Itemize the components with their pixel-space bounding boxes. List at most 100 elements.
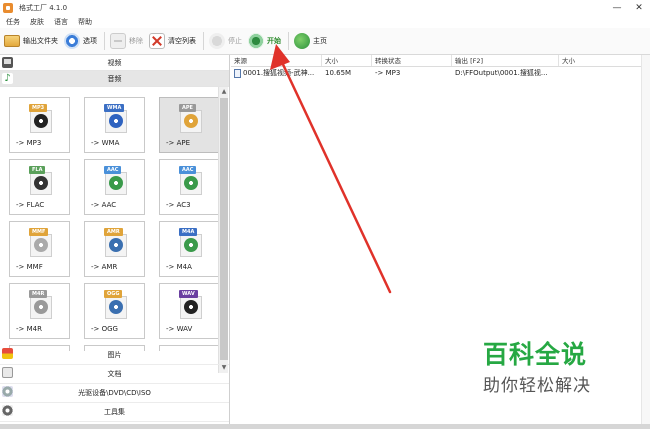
format-tile-label: -> OGG [91,325,118,333]
close-button[interactable]: ✕ [628,0,650,15]
menu-task[interactable]: 任务 [6,17,20,27]
audio-format-icon: FLA [27,166,53,196]
audio-format-icon: AAC [102,166,128,196]
column-header-status[interactable]: 转换状态 [372,55,452,66]
table-row[interactable]: 0001.搜狐视频-武神... 10.65M -> MP3 D:\FFOutpu… [231,67,650,80]
output-folder-label: 输出文件夹 [23,37,58,45]
speaker-icon [184,176,198,190]
format-badge: OGG [104,290,123,298]
minimize-button[interactable]: — [606,0,628,15]
speaker-icon [34,114,48,128]
column-header-source[interactable]: 来源 [231,55,322,66]
menu-skin[interactable]: 皮肤 [30,17,44,27]
format-tile-ogg[interactable]: OGG -> OGG [84,283,145,339]
category-image-label: 图片 [107,351,122,359]
status-bar [0,424,650,429]
home-button[interactable]: 主页 [294,31,327,51]
category-audio-label: 音频 [107,74,122,83]
menu-help[interactable]: 帮助 [78,17,92,27]
format-tile-wav[interactable]: WAV -> WAV [159,283,220,339]
format-tile-mp3[interactable]: MP3 -> MP3 [9,97,70,153]
speaker-icon [109,238,123,252]
format-badge: WAV [179,290,198,298]
audio-format-icon: APE [177,104,203,134]
remove-icon [110,33,126,49]
audio-format-icon: WMA [102,104,128,134]
category-document[interactable]: 文档 [0,365,229,384]
scroll-up-icon[interactable]: ▲ [219,87,229,97]
home-label: 主页 [313,37,327,45]
audio-format-icon: OGG [102,290,128,320]
menu-bar: 任务 皮肤 语言 帮助 [0,15,650,28]
format-tile-ac3[interactable]: AAC -> AC3 [159,159,220,215]
options-button[interactable]: 选项 [64,31,97,51]
audio-format-icon: AAC [177,166,203,196]
format-tile-label: -> AC3 [166,201,191,209]
document-icon [2,367,13,378]
clear-x-icon [149,33,165,49]
clear-list-button[interactable]: 清空列表 [149,31,196,51]
app-logo-icon [3,2,13,13]
category-image[interactable]: 图片 [0,346,229,365]
format-badge: AAC [179,166,197,174]
task-list-scrollbar[interactable] [641,55,650,429]
format-tile-aac[interactable]: AAC -> AAC [84,159,145,215]
column-header-size[interactable]: 大小 [322,55,372,66]
output-folder-button[interactable]: 输出文件夹 [4,31,58,51]
format-tile-amr[interactable]: AMR -> AMR [84,221,145,277]
format-tile-label: -> MP3 [16,139,42,147]
toolbar-divider [203,32,204,50]
category-video[interactable]: 视频 [0,55,229,71]
category-disc[interactable]: 光驱设备\DVD\CD\ISO [0,384,229,403]
image-icon [2,348,13,359]
audio-format-icon: MP3 [27,104,53,134]
stop-button[interactable]: 停止 [209,31,242,51]
audio-file-icon [234,68,241,78]
format-tile-label: -> MMF [16,263,43,271]
audio-format-icon: AMR [102,228,128,258]
scroll-thumb[interactable] [220,98,228,360]
stop-label: 停止 [228,37,242,45]
category-disc-label: 光驱设备\DVD\CD\ISO [78,389,151,397]
watermark: 百科全说 助你轻松解决 [483,340,613,396]
category-tools-label: 工具集 [104,408,125,416]
audio-format-grid-area: MP3 -> MP3 WMA -> WMA APE -> APE FLA -> FLAC AAC… [0,87,230,373]
format-tile-m4a[interactable]: M4A -> M4A [159,221,220,277]
video-icon [2,57,13,68]
task-output-cell: D:\FFOutput\0001.搜狐视... [455,69,548,77]
format-tile-wma[interactable]: WMA -> WMA [84,97,145,153]
format-tile-m4r[interactable]: M4R -> M4R [9,283,70,339]
format-badge: MP3 [29,104,48,112]
format-scrollbar[interactable]: ▲ ▼ [218,87,228,373]
column-header-output-size[interactable]: 大小 [559,55,650,66]
speaker-icon [184,300,198,314]
audio-format-icon: M4R [27,290,53,320]
format-tile-label: -> M4R [16,325,42,333]
format-badge: AAC [104,166,122,174]
bottom-categories: 图片 文档 光驱设备\DVD\CD\ISO 工具集 [0,346,229,422]
toolbar: 输出文件夹 选项 移除 清空列表 停止 开始 主页 [0,28,650,55]
speaker-icon [109,114,123,128]
format-tile-mmf[interactable]: MMF -> MMF [9,221,70,277]
format-tile-label: -> WMA [91,139,120,147]
menu-language[interactable]: 语言 [54,17,68,27]
disc-drive-icon [2,386,13,397]
category-audio[interactable]: ♪ 音频 [0,71,229,87]
format-tile-label: -> AMR [91,263,118,271]
audio-format-icon: MMF [27,228,53,258]
remove-button[interactable]: 移除 [110,31,143,51]
title-bar: 格式工厂 4.1.0 — ✕ [0,0,650,15]
task-output-size-cell [559,67,650,80]
category-video-label: 视频 [107,58,122,67]
category-tools[interactable]: 工具集 [0,403,229,422]
window-title: 格式工厂 4.1.0 [19,3,68,12]
column-header-output[interactable]: 输出 [F2] [452,55,559,66]
watermark-subtitle: 助你轻松解决 [483,376,591,396]
music-note-icon: ♪ [2,73,13,84]
format-tile-label: -> AAC [91,201,117,209]
toolbar-divider [104,32,105,50]
format-tile-ape[interactable]: APE -> APE [159,97,220,153]
format-tile-flac[interactable]: FLA -> FLAC [9,159,70,215]
speaker-icon [34,238,48,252]
start-button[interactable]: 开始 [248,31,281,51]
